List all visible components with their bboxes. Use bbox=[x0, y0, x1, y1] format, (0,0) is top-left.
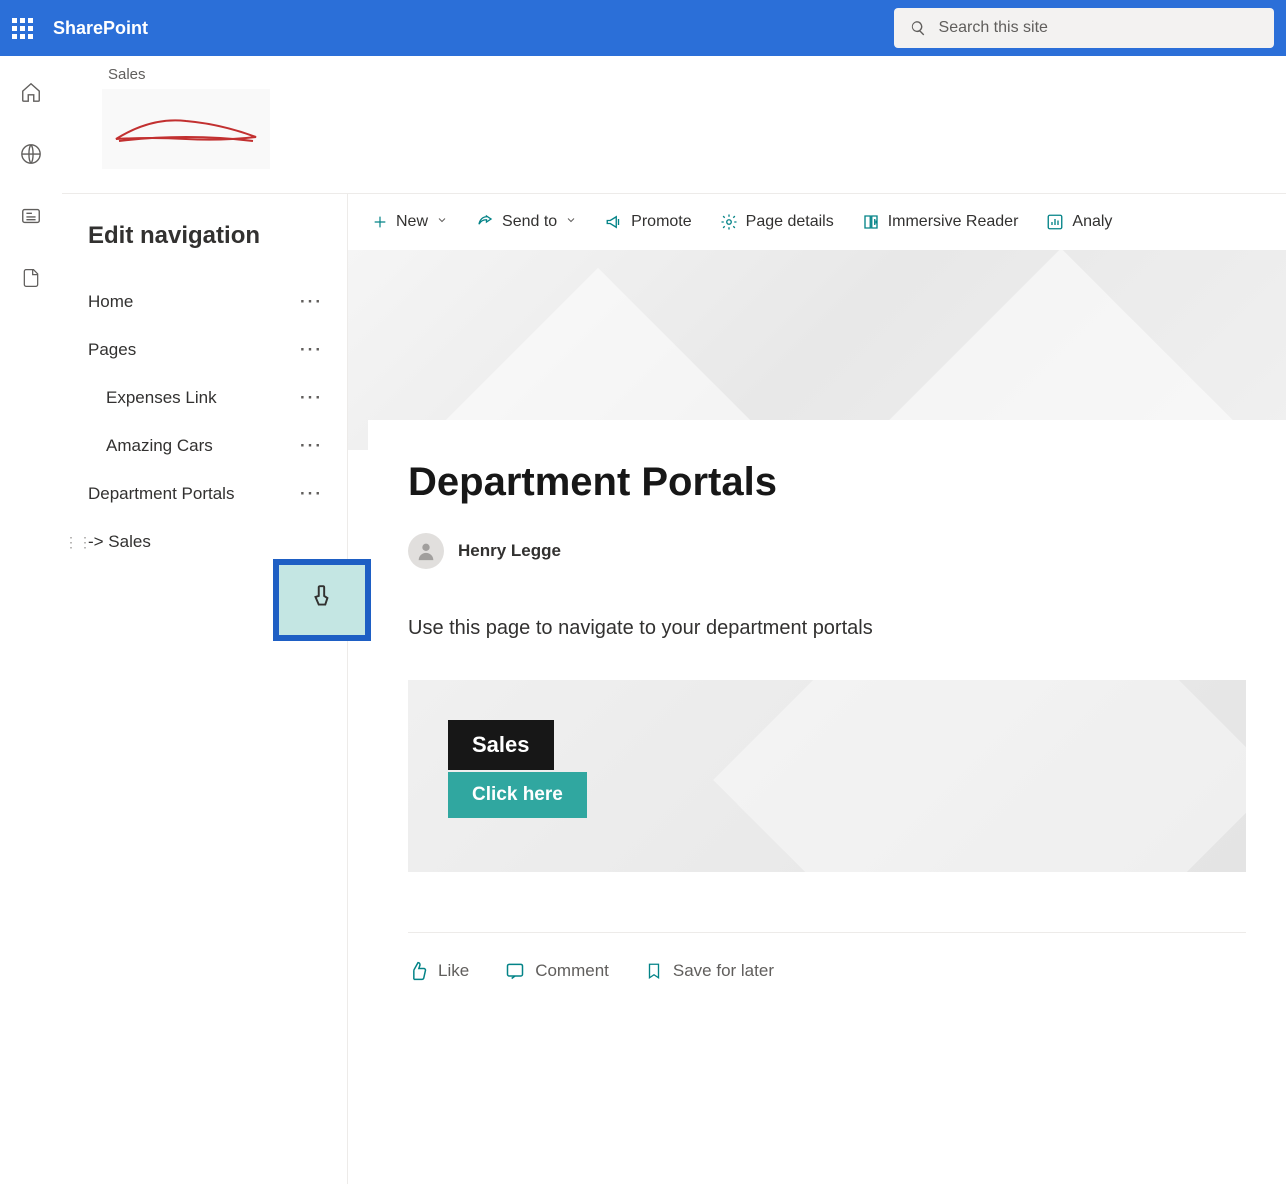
more-icon[interactable]: ··· bbox=[292, 340, 331, 360]
author-row: Henry Legge bbox=[408, 533, 1246, 569]
nav-item-label: Amazing Cars bbox=[106, 436, 213, 456]
nav-item-label: -> Sales bbox=[88, 532, 151, 552]
like-button[interactable]: Like bbox=[408, 961, 469, 981]
nav-item-department-portals[interactable]: Department Portals ··· bbox=[88, 470, 347, 518]
more-icon[interactable]: ··· bbox=[292, 436, 331, 456]
gear-icon bbox=[720, 213, 738, 231]
nav-item-label: Pages bbox=[88, 340, 136, 360]
drag-handle-icon[interactable]: ⋮⋮ bbox=[64, 534, 92, 551]
avatar[interactable] bbox=[408, 533, 444, 569]
page-title: Department Portals bbox=[408, 460, 1246, 505]
action-label: Like bbox=[438, 961, 469, 981]
share-icon bbox=[476, 213, 494, 231]
page-content: Department Portals Henry Legge Use this … bbox=[368, 420, 1286, 1021]
cmd-label: Send to bbox=[502, 213, 557, 231]
more-icon[interactable]: ··· bbox=[292, 388, 331, 408]
page-actions: Like Comment Save for later bbox=[408, 932, 1246, 981]
nav-item-expenses[interactable]: Expenses Link ··· bbox=[88, 374, 347, 422]
megaphone-icon bbox=[605, 213, 623, 231]
person-icon bbox=[415, 540, 437, 562]
globe-icon[interactable] bbox=[19, 142, 43, 166]
edit-nav-title: Edit navigation bbox=[88, 222, 347, 250]
new-button[interactable]: New bbox=[372, 213, 448, 231]
site-header: Sales bbox=[62, 56, 1286, 194]
app-launcher-icon[interactable] bbox=[12, 18, 33, 39]
cmd-label: Page details bbox=[746, 213, 834, 231]
thumbs-up-icon bbox=[408, 961, 428, 981]
command-bar: New Send to Promote Page details bbox=[348, 194, 1286, 250]
app-rail bbox=[0, 56, 62, 1184]
news-icon[interactable] bbox=[19, 204, 43, 228]
nav-item-amazing-cars[interactable]: Amazing Cars ··· bbox=[88, 422, 347, 470]
promote-button[interactable]: Promote bbox=[605, 213, 691, 231]
comment-button[interactable]: Comment bbox=[505, 961, 609, 981]
search-input[interactable] bbox=[939, 19, 1258, 37]
top-bar: SharePoint bbox=[0, 0, 1286, 56]
action-label: Save for later bbox=[673, 961, 774, 981]
nav-item-label: Expenses Link bbox=[106, 388, 217, 408]
tutorial-highlight bbox=[273, 559, 371, 641]
plus-icon bbox=[372, 214, 388, 230]
more-icon[interactable]: ··· bbox=[292, 484, 331, 504]
save-button[interactable]: Save for later bbox=[645, 961, 774, 981]
hero-card[interactable]: Sales Click here bbox=[408, 680, 1246, 872]
search-box[interactable] bbox=[894, 8, 1274, 48]
intro-text: Use this page to navigate to your depart… bbox=[408, 617, 1246, 640]
author-name[interactable]: Henry Legge bbox=[458, 541, 561, 561]
brand-label[interactable]: SharePoint bbox=[53, 18, 148, 39]
hero-card-button[interactable]: Click here bbox=[448, 772, 587, 818]
home-icon[interactable] bbox=[19, 80, 43, 104]
edit-navigation-panel: Edit navigation Home ··· Pages ··· Expen… bbox=[62, 194, 348, 1184]
reader-icon bbox=[862, 213, 880, 231]
nav-item-label: Department Portals bbox=[88, 484, 234, 504]
search-icon bbox=[910, 19, 927, 37]
hero-card-title: Sales bbox=[448, 720, 554, 770]
immersive-reader-button[interactable]: Immersive Reader bbox=[862, 213, 1019, 231]
nav-item-label: Home bbox=[88, 292, 133, 312]
chart-icon bbox=[1046, 213, 1064, 231]
cmd-label: New bbox=[396, 213, 428, 231]
more-icon[interactable]: ··· bbox=[292, 292, 331, 312]
send-to-button[interactable]: Send to bbox=[476, 213, 577, 231]
nav-item-pages[interactable]: Pages ··· bbox=[88, 326, 347, 374]
chevron-down-icon bbox=[565, 213, 577, 231]
parent-site-link[interactable]: Sales bbox=[108, 66, 1286, 83]
page-details-button[interactable]: Page details bbox=[720, 213, 834, 231]
analytics-button[interactable]: Analy bbox=[1046, 213, 1112, 231]
nav-item-home[interactable]: Home ··· bbox=[88, 278, 347, 326]
cmd-label: Immersive Reader bbox=[888, 213, 1019, 231]
site-logo[interactable] bbox=[102, 89, 270, 169]
file-icon[interactable] bbox=[19, 266, 43, 290]
pointer-cursor-icon bbox=[309, 582, 335, 618]
chevron-down-icon bbox=[436, 213, 448, 231]
bookmark-icon bbox=[645, 961, 663, 981]
cmd-label: Promote bbox=[631, 213, 691, 231]
cmd-label: Analy bbox=[1072, 213, 1112, 231]
action-label: Comment bbox=[535, 961, 609, 981]
comment-icon bbox=[505, 961, 525, 981]
